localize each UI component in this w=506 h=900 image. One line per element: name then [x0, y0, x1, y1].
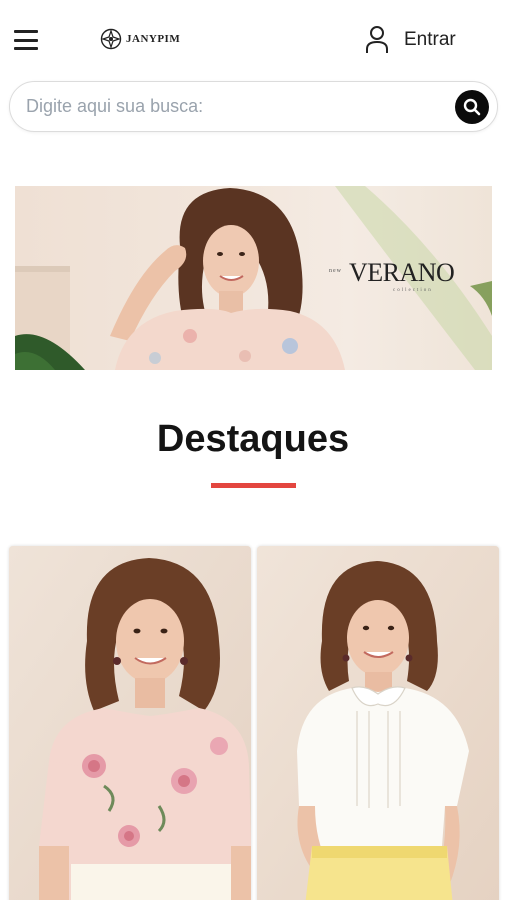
- login-button[interactable]: Entrar: [364, 24, 456, 56]
- banner-subtitle: collection: [393, 288, 433, 293]
- user-icon: [366, 26, 388, 53]
- featured-underline: [211, 483, 296, 488]
- product-image: [9, 546, 251, 900]
- page: JANYPIM Entrar Digite aqui sua busca: ne…: [0, 0, 506, 900]
- search-input[interactable]: [26, 82, 446, 131]
- search-icon: [463, 98, 481, 116]
- brand-name: JANYPIM: [126, 33, 181, 45]
- promo-banner[interactable]: new VERANO collection: [15, 186, 492, 370]
- header: JANYPIM Entrar: [0, 0, 506, 80]
- hamburger-menu-icon[interactable]: [12, 27, 40, 53]
- login-label: Entrar: [404, 29, 456, 50]
- banner-title: VERANO: [349, 258, 455, 287]
- brand-logo[interactable]: JANYPIM: [100, 28, 180, 50]
- product-card[interactable]: [9, 546, 251, 900]
- product-card[interactable]: [257, 546, 499, 900]
- banner-prefix: new: [329, 268, 342, 274]
- brand-logo-icon: [100, 28, 122, 50]
- search-bar: [9, 81, 498, 132]
- featured-title: Destaques: [156, 418, 350, 460]
- product-image: [257, 546, 499, 900]
- search-button[interactable]: [455, 90, 489, 124]
